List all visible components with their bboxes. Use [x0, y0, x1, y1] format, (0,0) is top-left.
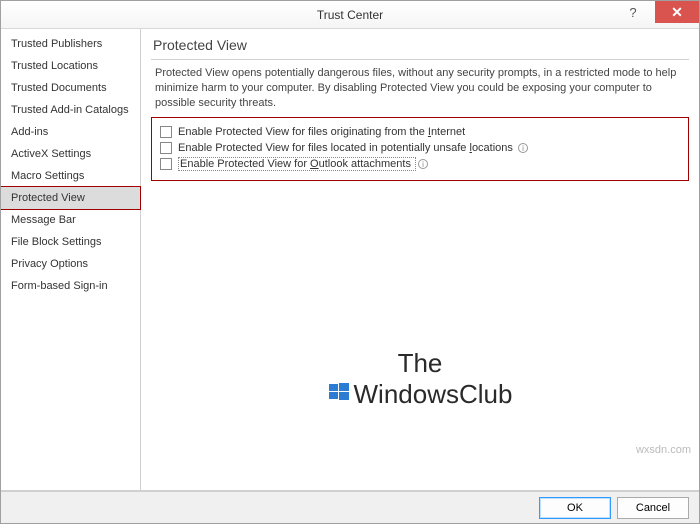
option-label: Enable Protected View for Outlook attach… — [178, 158, 428, 170]
windowsclub-logo-icon — [328, 379, 350, 410]
titlebar-controls: ? ✕ — [611, 1, 699, 23]
info-icon[interactable]: i — [418, 159, 428, 169]
help-button[interactable]: ? — [611, 1, 655, 23]
sidebar-item-addins[interactable]: Add-ins — [1, 121, 140, 143]
sidebar-item-file-block-settings[interactable]: File Block Settings — [1, 231, 140, 253]
content-pane: Protected View Protected View opens pote… — [141, 29, 699, 490]
dialog-footer: OK Cancel — [1, 491, 699, 523]
section-description: Protected View opens potentially dangero… — [151, 66, 689, 117]
sidebar-item-privacy-options[interactable]: Privacy Options — [1, 253, 140, 275]
option-outlook-attachments[interactable]: Enable Protected View for Outlook attach… — [160, 156, 680, 172]
category-sidebar: Trusted Publishers Trusted Locations Tru… — [1, 29, 141, 490]
option-unsafe-locations[interactable]: Enable Protected View for files located … — [160, 140, 680, 156]
checkbox-icon — [160, 158, 172, 170]
checkbox-icon — [160, 126, 172, 138]
sidebar-item-activex-settings[interactable]: ActiveX Settings — [1, 143, 140, 165]
sidebar-item-trusted-addin-catalogs[interactable]: Trusted Add-in Catalogs — [1, 99, 140, 121]
protected-view-options: Enable Protected View for files originat… — [151, 117, 689, 181]
watermark-line2: WindowsClub — [328, 379, 513, 410]
sidebar-item-trusted-documents[interactable]: Trusted Documents — [1, 77, 140, 99]
window-title: Trust Center — [1, 8, 699, 22]
dialog-body: Trusted Publishers Trusted Locations Tru… — [1, 29, 699, 491]
section-title: Protected View — [151, 35, 689, 60]
titlebar: Trust Center ? ✕ — [1, 1, 699, 29]
sidebar-item-form-based-signin[interactable]: Form-based Sign-in — [1, 275, 140, 297]
close-button[interactable]: ✕ — [655, 1, 699, 23]
trust-center-window: Trust Center ? ✕ Trusted Publishers Trus… — [0, 0, 700, 524]
option-internet-files[interactable]: Enable Protected View for files originat… — [160, 124, 680, 140]
watermark: The WindowsClub — [141, 348, 699, 410]
source-tag: wxsdn.com — [636, 444, 691, 456]
option-label: Enable Protected View for files originat… — [178, 126, 465, 138]
sidebar-item-macro-settings[interactable]: Macro Settings — [1, 165, 140, 187]
option-label: Enable Protected View for files located … — [178, 142, 528, 154]
watermark-line1: The — [141, 348, 699, 379]
sidebar-item-trusted-publishers[interactable]: Trusted Publishers — [1, 33, 140, 55]
info-icon[interactable]: i — [518, 143, 528, 153]
ok-button[interactable]: OK — [539, 497, 611, 519]
sidebar-item-trusted-locations[interactable]: Trusted Locations — [1, 55, 140, 77]
sidebar-item-protected-view[interactable]: Protected View — [1, 186, 141, 210]
checkbox-icon — [160, 142, 172, 154]
cancel-button[interactable]: Cancel — [617, 497, 689, 519]
sidebar-item-message-bar[interactable]: Message Bar — [1, 209, 140, 231]
